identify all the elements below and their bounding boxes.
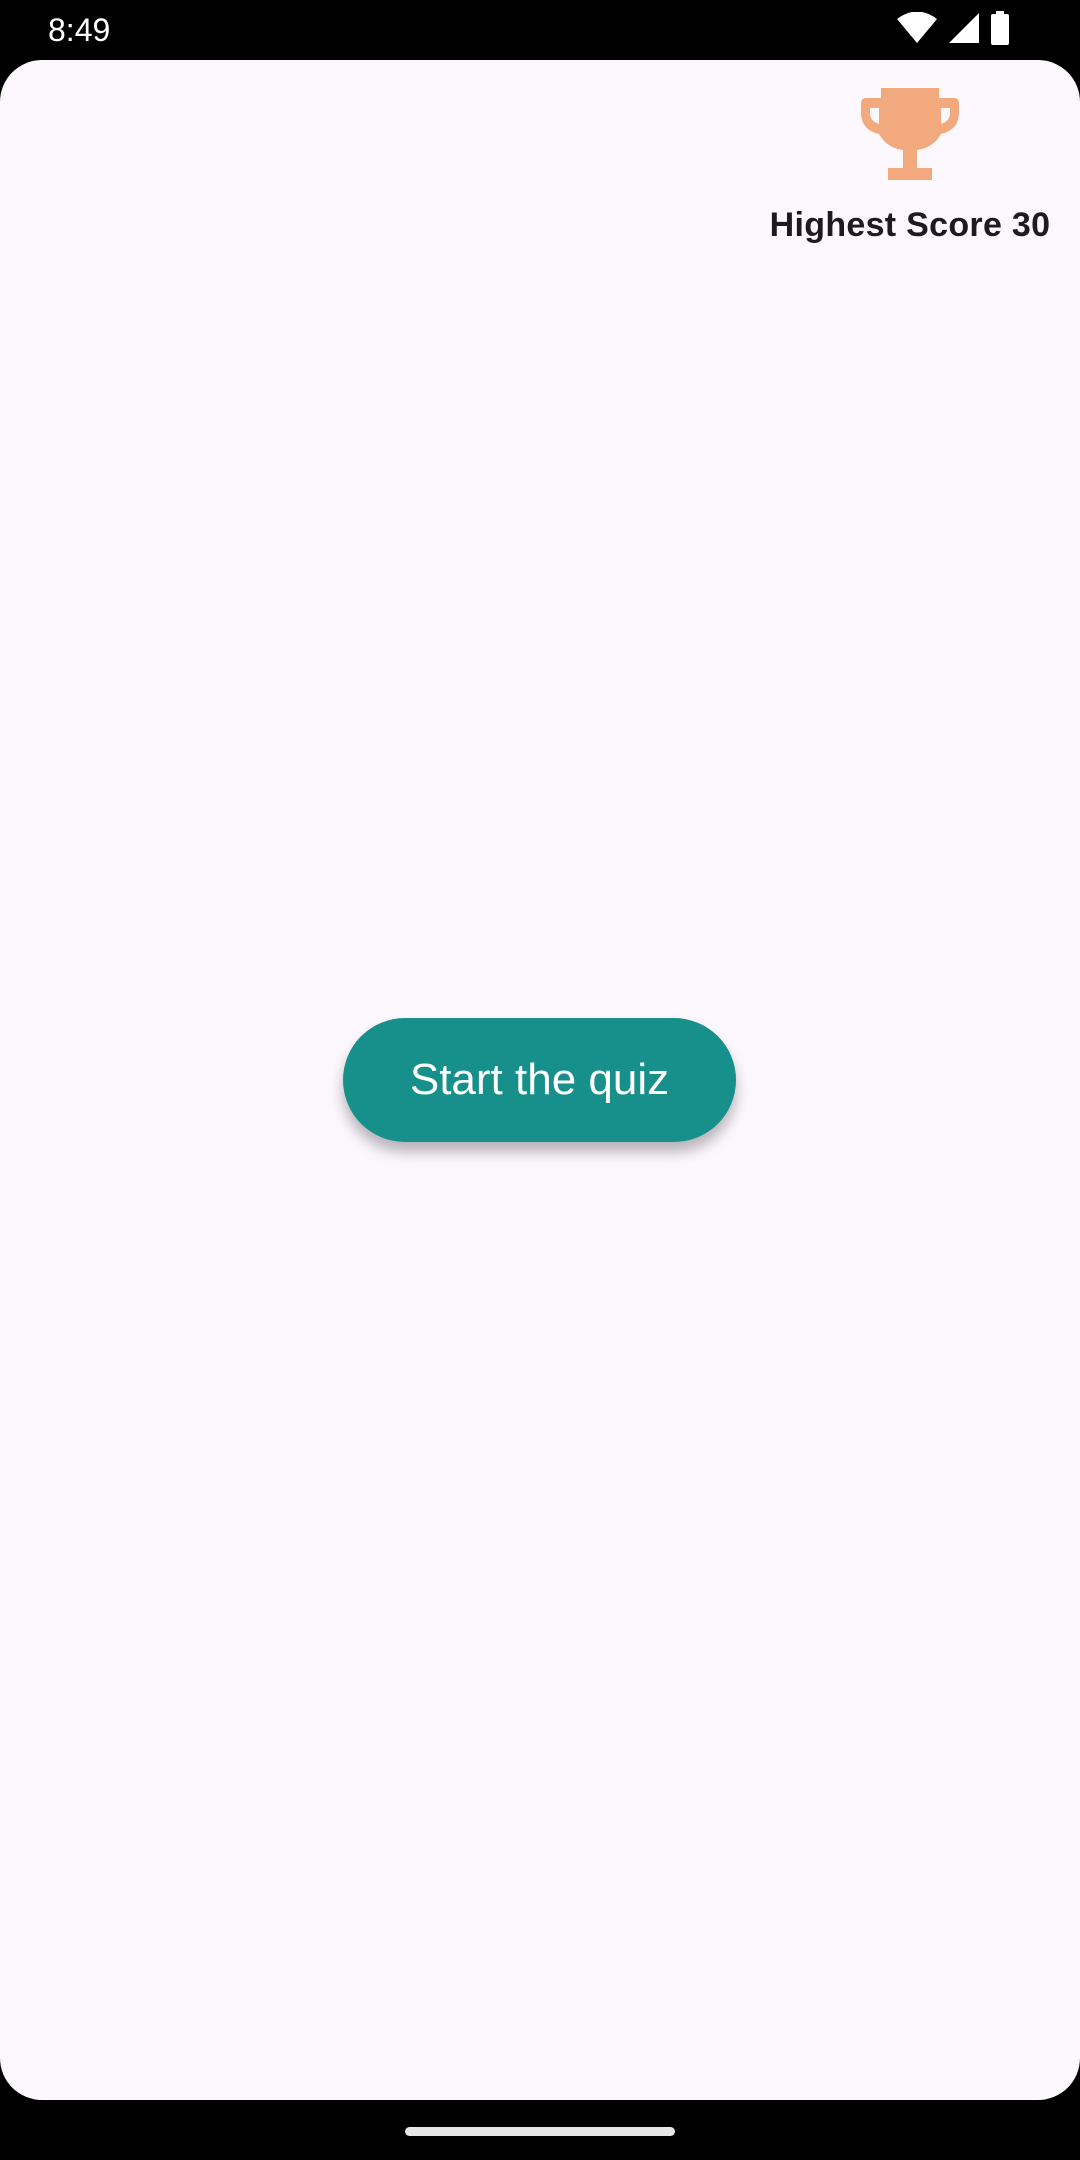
trophy-icon (855, 88, 965, 188)
start-quiz-button[interactable]: Start the quiz (343, 1018, 736, 1142)
highest-score-label: Highest Score 30 (769, 206, 1051, 244)
phone-frame: 8:49 Highest Score 30 Start the quiz (0, 0, 1080, 2160)
status-bar: 8:49 (0, 0, 1080, 60)
battery-icon (990, 10, 1010, 50)
highest-score-block: Highest Score 30 (760, 88, 1060, 245)
signal-icon (948, 12, 980, 49)
home-indicator[interactable] (405, 2127, 675, 2136)
wifi-icon (896, 11, 938, 49)
navigation-bar (0, 2100, 1080, 2160)
main-screen: Highest Score 30 Start the quiz (0, 60, 1080, 2100)
status-time: 8:49 (48, 12, 111, 48)
status-icons (896, 10, 1010, 50)
